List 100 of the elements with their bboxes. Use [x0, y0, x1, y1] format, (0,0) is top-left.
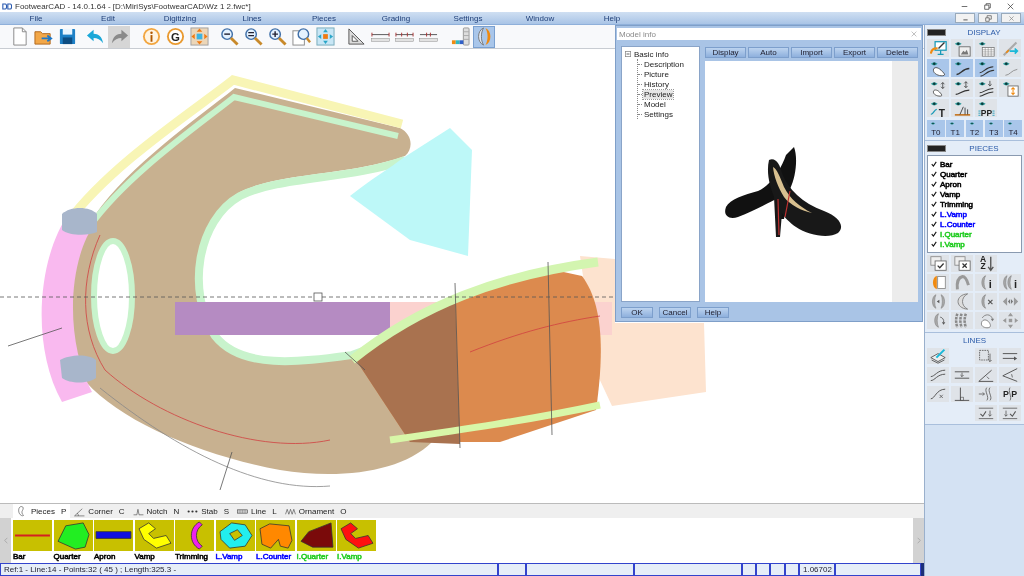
- piece-tool-button[interactable]: [951, 255, 973, 272]
- line-tool-button[interactable]: [975, 405, 997, 421]
- menu-item[interactable]: Window: [525, 13, 555, 23]
- piece-tool-button[interactable]: [927, 312, 949, 329]
- display-toggle-button[interactable]: [999, 79, 1021, 97]
- display-toggle-button[interactable]: [951, 59, 973, 77]
- menu-item[interactable]: Lines: [242, 13, 262, 23]
- display-toggle-button[interactable]: [975, 59, 997, 77]
- line-tool-button[interactable]: [999, 405, 1021, 421]
- restore-button[interactable]: [978, 13, 998, 23]
- tool-button[interactable]: [290, 25, 312, 48]
- menu-item[interactable]: Settings: [453, 13, 483, 23]
- line-tool-button[interactable]: [927, 348, 949, 364]
- display-toggle-button[interactable]: [927, 59, 949, 77]
- display-toggle-button[interactable]: [951, 39, 973, 57]
- dialog-button[interactable]: Auto: [748, 47, 789, 58]
- layer-button[interactable]: T2: [965, 120, 984, 137]
- display-toggle-button[interactable]: [927, 39, 949, 57]
- checkbox[interactable]: [931, 171, 937, 177]
- tab[interactable]: Corner C: [70, 504, 129, 518]
- piece-thumbnail[interactable]: [94, 520, 133, 551]
- tree-item[interactable]: Basic info: [633, 49, 670, 59]
- zoom-factor: 1.06702: [799, 563, 835, 576]
- menu-item[interactable]: Pieces: [312, 13, 336, 23]
- checkbox[interactable]: [931, 241, 937, 247]
- tree-item[interactable]: Model: [643, 99, 667, 109]
- tab[interactable]: Ornament O: [280, 504, 351, 518]
- dialog-button[interactable]: Import: [791, 47, 832, 58]
- line-tool-button[interactable]: [999, 367, 1021, 383]
- menu-item[interactable]: Grading: [381, 13, 411, 23]
- piece-tool-button[interactable]: i: [975, 274, 997, 291]
- display-toggle-button[interactable]: [951, 99, 973, 117]
- dialog-button[interactable]: Display: [705, 47, 746, 58]
- dialog-button[interactable]: OK: [621, 307, 653, 318]
- line-tool-button[interactable]: [975, 367, 997, 383]
- checkbox[interactable]: [931, 201, 937, 207]
- menu-item[interactable]: Help: [603, 13, 621, 23]
- menu-item[interactable]: File: [29, 13, 43, 23]
- line-tool-button[interactable]: [975, 386, 997, 402]
- line-tool-button[interactable]: [927, 367, 949, 383]
- dialog-button[interactable]: Help: [697, 307, 729, 318]
- line-tool-button[interactable]: [951, 386, 973, 402]
- dialog-button[interactable]: Delete: [877, 47, 918, 58]
- dialog-button[interactable]: Cancel: [659, 307, 691, 318]
- tree-item[interactable]: Description: [643, 59, 685, 69]
- display-toggle-button[interactable]: [999, 59, 1021, 77]
- line-tool-button[interactable]: [927, 386, 949, 402]
- tab[interactable]: Pieces P: [13, 504, 71, 518]
- line-tool-button[interactable]: [951, 367, 973, 383]
- dialog-button[interactable]: Export: [834, 47, 875, 58]
- piece-name: L.Counter: [940, 219, 976, 229]
- display-toggle-button[interactable]: [927, 79, 949, 97]
- tree-item[interactable]: History: [643, 79, 670, 89]
- piece-tool-button[interactable]: [975, 312, 997, 329]
- piece-tool-button[interactable]: [927, 274, 949, 291]
- tool-button[interactable]: [345, 25, 367, 48]
- tab[interactable]: Stab S: [183, 504, 234, 518]
- display-toggle-button[interactable]: PP: [975, 99, 997, 117]
- display-toggle-button[interactable]: [975, 79, 997, 97]
- tab[interactable]: Notch N: [128, 504, 184, 518]
- piece-tool-button[interactable]: [975, 293, 997, 310]
- tree-item[interactable]: Preview: [643, 89, 674, 99]
- piece-tool-button[interactable]: i: [999, 274, 1021, 291]
- menu-item[interactable]: Digitizing: [163, 13, 197, 23]
- display-toggle-button[interactable]: [999, 39, 1021, 57]
- display-toggle-button[interactable]: T: [927, 99, 949, 117]
- tab[interactable]: Line L: [233, 504, 281, 518]
- piece-tool-button[interactable]: [927, 255, 949, 272]
- display-toggle-button[interactable]: [951, 79, 973, 97]
- piece-tool-button[interactable]: [999, 293, 1021, 310]
- layer-button[interactable]: T3: [984, 120, 1003, 137]
- piece-tool-button[interactable]: AZ: [975, 255, 997, 272]
- checkbox[interactable]: [931, 231, 937, 237]
- piece-tool-button[interactable]: [951, 293, 973, 310]
- checkbox[interactable]: [931, 211, 937, 217]
- close-button[interactable]: [1001, 13, 1021, 23]
- line-tool-button[interactable]: [999, 348, 1021, 364]
- checkbox[interactable]: [931, 221, 937, 227]
- piece-thumbnail[interactable]: [175, 520, 214, 551]
- line-tool-button[interactable]: [975, 348, 997, 364]
- layer-button[interactable]: T1: [946, 120, 965, 137]
- checkbox[interactable]: [931, 161, 937, 167]
- tree-item[interactable]: Settings: [643, 109, 674, 119]
- tree-item[interactable]: Picture: [643, 69, 670, 79]
- collapse-icon[interactable]: [625, 51, 631, 57]
- piece-tool-button[interactable]: [951, 312, 973, 329]
- menu-item[interactable]: Edit: [101, 13, 115, 23]
- layer-button[interactable]: T0: [927, 120, 945, 137]
- minimize-button[interactable]: [955, 13, 975, 23]
- tool-button[interactable]: [266, 25, 288, 48]
- tool-button[interactable]: [242, 25, 264, 48]
- piece-thumbnail[interactable]: [13, 520, 52, 551]
- handle-icon[interactable]: [927, 28, 946, 36]
- checkbox[interactable]: [931, 181, 937, 187]
- tool-button[interactable]: [218, 25, 240, 48]
- handle-icon[interactable]: [927, 144, 946, 152]
- display-toggle-button[interactable]: [975, 39, 997, 57]
- layer-button[interactable]: T4: [1004, 120, 1022, 137]
- checkbox[interactable]: [931, 191, 937, 197]
- tool-button[interactable]: G: [164, 25, 186, 48]
